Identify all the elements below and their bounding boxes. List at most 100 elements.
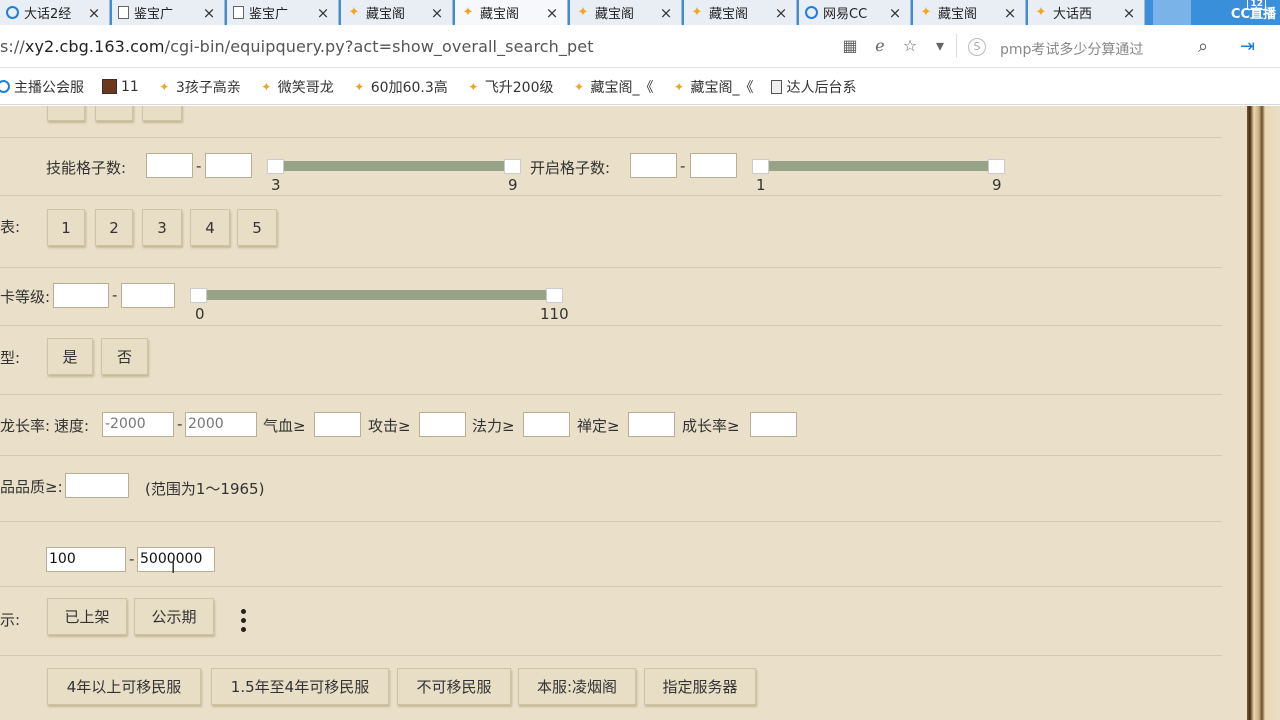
- browser-tab[interactable]: ✦ 藏宝阁 ×: [913, 0, 1026, 25]
- server-1_5yr-button[interactable]: 1.5年至4年可移民服: [211, 668, 389, 705]
- tab-label: 藏宝阁: [480, 7, 520, 22]
- open-slots-slider-handle-min[interactable]: [752, 159, 769, 174]
- server-current-button[interactable]: 本服:凌烟阁: [518, 668, 636, 705]
- bookmark-item[interactable]: 11: [102, 79, 139, 95]
- more-options-icon[interactable]: [241, 609, 247, 636]
- doc-icon: [233, 6, 244, 19]
- open-slots-max-field[interactable]: [690, 153, 737, 178]
- close-icon[interactable]: ×: [200, 4, 218, 22]
- skill-slots-max-field[interactable]: [205, 153, 252, 178]
- option-button-4[interactable]: 4: [190, 209, 230, 246]
- bookmark-item[interactable]: ✦ 飞升200级: [466, 77, 553, 97]
- attack-field[interactable]: [419, 412, 466, 437]
- option-button-2[interactable]: 2: [95, 209, 133, 246]
- skill-slots-slider-handle-max[interactable]: [504, 159, 521, 174]
- level-slider-handle-max[interactable]: [546, 288, 563, 303]
- status-listed-button[interactable]: 已上架: [47, 598, 127, 635]
- bookmark-label: 藏宝阁_《: [690, 79, 754, 96]
- bird-icon: ✦: [261, 79, 272, 94]
- browser-tab[interactable]: 鉴宝广 ×: [112, 0, 225, 25]
- quality-field[interactable]: [65, 473, 129, 498]
- level-slider-handle-min[interactable]: [190, 288, 207, 303]
- cc-live-badge[interactable]: CC直播 12: [1195, 0, 1280, 25]
- server-specify-button[interactable]: 指定服务器: [644, 668, 756, 705]
- speed-label: 速度:: [54, 417, 90, 435]
- status-public-button[interactable]: 公示期: [134, 598, 214, 635]
- browser-tab[interactable]: 大话2经 ×: [0, 0, 110, 25]
- zen-field[interactable]: [628, 412, 675, 437]
- level-slider-track[interactable]: [199, 290, 554, 300]
- option-button[interactable]: [47, 106, 85, 121]
- star-icon[interactable]: ☆: [900, 36, 920, 55]
- bird-icon: ✦: [577, 5, 589, 20]
- compat-mode-icon[interactable]: ℯ: [870, 36, 890, 55]
- level-min-field[interactable]: [53, 283, 109, 308]
- yes-button[interactable]: 是: [47, 338, 93, 375]
- bookmark-label: 藏宝阁_《: [590, 79, 654, 96]
- growth-rate-field[interactable]: [750, 412, 797, 437]
- search-icon[interactable]: ⌕: [1198, 36, 1208, 57]
- qr-code-icon[interactable]: ▦: [840, 36, 860, 55]
- open-slots-slider-handle-max[interactable]: [988, 159, 1005, 174]
- search-input[interactable]: pmp考试多少分算通过: [1000, 39, 1143, 59]
- option-button[interactable]: [142, 106, 182, 121]
- bird-icon: ✦: [673, 79, 685, 94]
- option-button-1[interactable]: 1: [47, 209, 85, 246]
- bookmark-item[interactable]: ✦ 3孩子高亲: [157, 77, 240, 97]
- price-max-field[interactable]: 5000000: [137, 547, 215, 572]
- bookmark-item[interactable]: 主播公会服: [0, 77, 84, 97]
- close-icon[interactable]: ×: [1001, 4, 1019, 22]
- skill-slots-slider-handle-min[interactable]: [267, 159, 284, 174]
- browser-tab[interactable]: ✦ 藏宝阁 ×: [341, 0, 453, 25]
- skill-slots-min-field[interactable]: [146, 153, 193, 178]
- price-min-field[interactable]: 100: [46, 547, 126, 572]
- speed-max-field[interactable]: 2000: [185, 412, 257, 437]
- server-no-migrate-button[interactable]: 不可移民服: [397, 668, 511, 705]
- browser-tab[interactable]: 网易CC ×: [799, 0, 911, 25]
- type-label: 型:: [0, 349, 21, 367]
- browser-tab[interactable]: ✦ 藏宝阁 ×: [455, 0, 568, 25]
- skill-slots-slider-track[interactable]: [276, 161, 512, 171]
- attack-label: 攻击≥: [368, 417, 411, 435]
- chevron-down-icon[interactable]: ▾: [930, 36, 950, 55]
- bird-icon: ✦: [354, 79, 365, 94]
- option-button-3[interactable]: 3: [142, 209, 182, 246]
- open-slots-min-field[interactable]: [630, 153, 677, 178]
- bookmark-item[interactable]: ✦ 60加60.3高: [352, 77, 448, 97]
- option-button-5[interactable]: 5: [237, 209, 277, 246]
- level-max-field[interactable]: [121, 283, 175, 308]
- login-icon[interactable]: ⇥: [1240, 36, 1255, 57]
- url-field[interactable]: s://xy2.cbg.163.com/cgi-bin/equipquery.p…: [0, 37, 594, 56]
- browser-tab[interactable]: ✦ 藏宝阁 ×: [684, 0, 797, 25]
- bookmark-item[interactable]: ✦ 藏宝阁_《: [571, 77, 654, 97]
- new-tab-button[interactable]: [1153, 0, 1191, 25]
- hp-field[interactable]: [314, 412, 361, 437]
- close-icon[interactable]: ×: [314, 4, 332, 22]
- row-divider: [0, 394, 1222, 395]
- close-icon[interactable]: ×: [886, 4, 904, 22]
- close-icon[interactable]: ×: [1120, 4, 1138, 22]
- mana-field[interactable]: [523, 412, 570, 437]
- browser-tab[interactable]: ✦ 大话西 ×: [1028, 0, 1145, 25]
- server-4yr-button[interactable]: 4年以上可移民服: [47, 668, 201, 705]
- no-button[interactable]: 否: [101, 338, 148, 375]
- speed-min-field[interactable]: -2000: [102, 412, 174, 437]
- close-icon[interactable]: ×: [428, 4, 446, 22]
- bookmark-item[interactable]: ✦ 藏宝阁_《: [671, 77, 754, 97]
- row-number-label: 表:: [0, 218, 21, 236]
- cc-icon: [6, 6, 19, 19]
- bookmark-label: 11: [121, 78, 139, 95]
- bookmark-item[interactable]: 达人后台系: [771, 77, 856, 97]
- search-engine-icon[interactable]: S: [968, 38, 986, 56]
- open-slots-slider-track[interactable]: [760, 161, 996, 171]
- option-button[interactable]: [95, 106, 133, 121]
- bookmark-item[interactable]: ✦ 微笑哥龙: [259, 77, 334, 97]
- close-icon[interactable]: ×: [772, 4, 790, 22]
- browser-tab[interactable]: 鉴宝广 ×: [227, 0, 339, 25]
- close-icon[interactable]: ×: [543, 4, 561, 22]
- browser-tab[interactable]: ✦ 藏宝阁 ×: [570, 0, 682, 25]
- close-icon[interactable]: ×: [657, 4, 675, 22]
- close-icon[interactable]: ×: [85, 4, 103, 22]
- page-side-border: [1247, 106, 1280, 720]
- bookmark-label: 达人后台系: [786, 79, 857, 96]
